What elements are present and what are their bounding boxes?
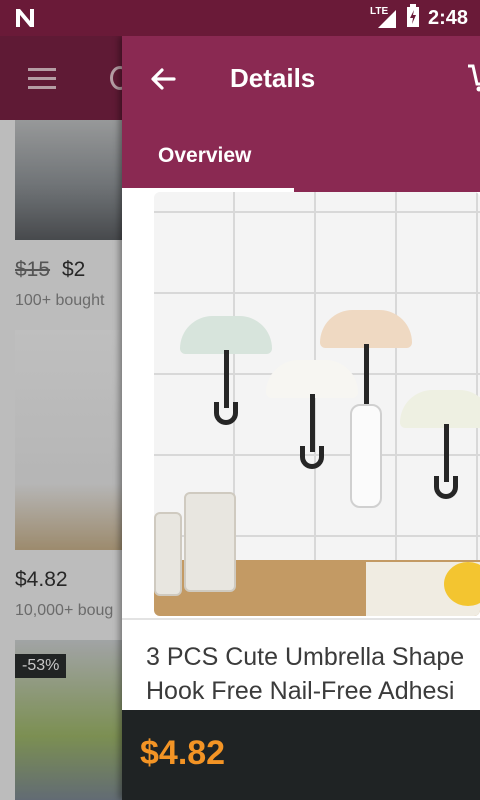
bottom-price-bar: $4.82 [122,710,480,800]
umbrella-hook [320,310,412,414]
notification-n-icon [14,7,36,34]
page-title: Details [230,63,316,93]
lte-signal-icon: LTE [370,6,398,30]
back-arrow-icon[interactable] [148,64,178,94]
product-title: 3 PCS Cute Umbrella Shape Hook Free Nail… [146,640,480,710]
status-bar: LTE 2:48 [0,0,480,36]
umbrella-hook [266,360,358,469]
product-title-line: 3 PCS Cute Umbrella Shape [146,643,465,671]
product-price: $4.82 [140,734,226,772]
spice-jar [154,512,182,596]
umbrella-hook [180,316,272,425]
details-appbar: Details [122,36,480,120]
kitchen-tool [350,404,382,508]
spice-jar [184,492,236,592]
tab-bar: Overview [122,120,480,192]
divider [122,618,480,620]
cart-icon[interactable] [466,62,480,94]
details-panel: Details Overview 3 PCS Cute Umbrella Sha… [122,36,480,800]
status-icons: LTE 2:48 [370,3,468,33]
tab-overview[interactable]: Overview [158,144,251,168]
product-image[interactable] [154,192,480,616]
clock: 2:48 [427,6,468,29]
scrim[interactable] [0,36,122,800]
product-title-line: Hook Free Nail-Free Adhesi [146,677,455,705]
umbrella-hook [400,390,480,499]
battery-charging-icon [406,3,420,33]
